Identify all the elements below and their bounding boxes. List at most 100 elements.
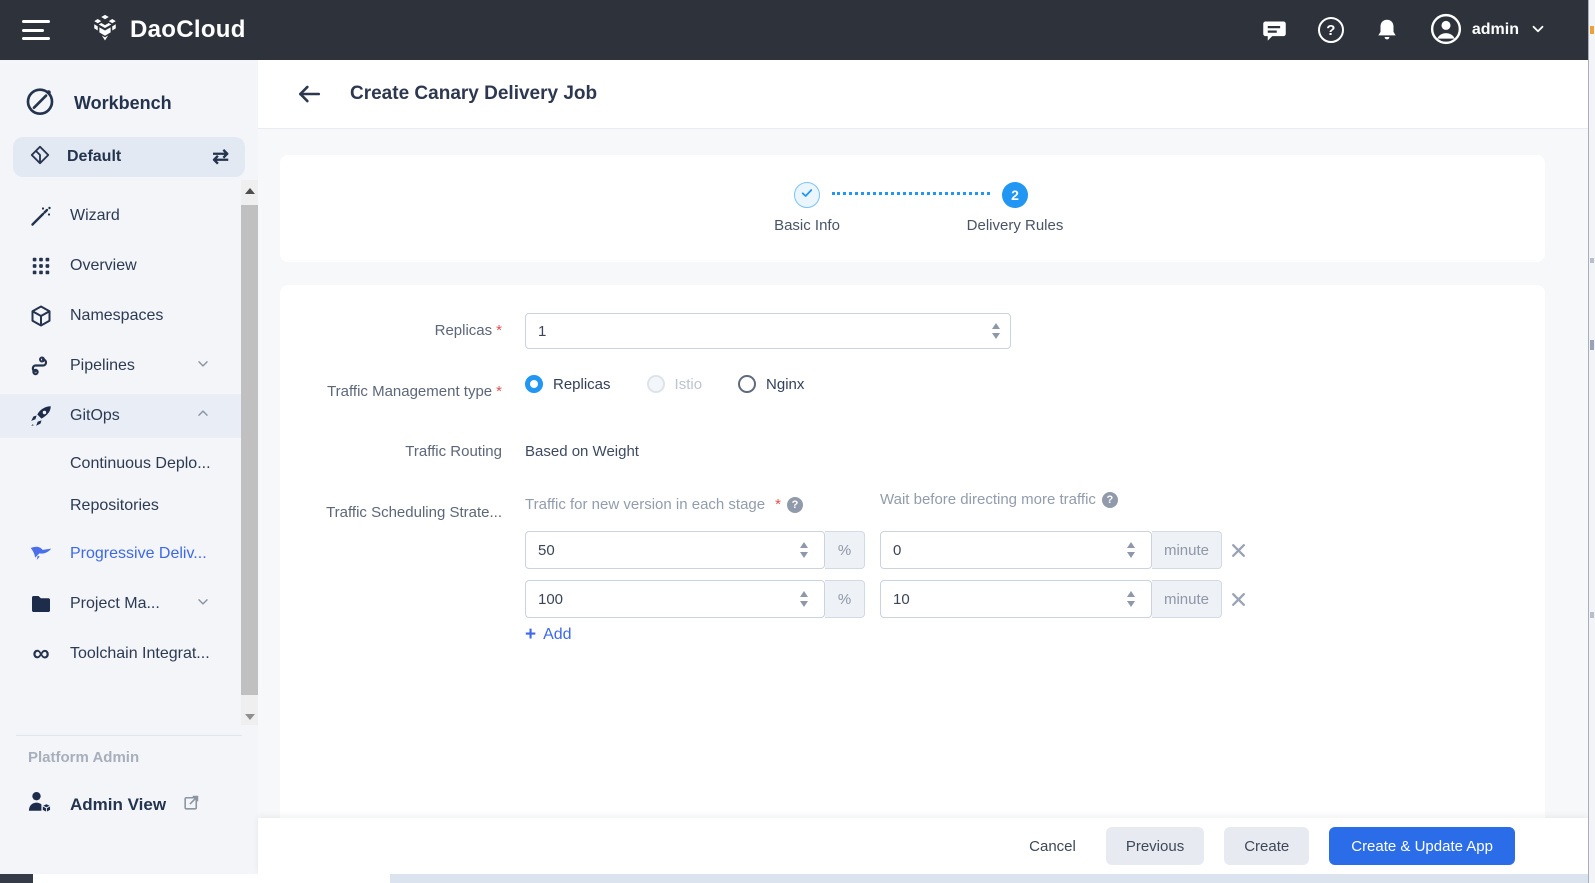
help-icon[interactable]: ? — [1318, 17, 1344, 43]
admin-view-label: Admin View — [70, 795, 166, 815]
folder-icon — [28, 591, 54, 617]
sidebar-item-progressive-delivery[interactable]: Progressive Deliv... — [0, 532, 241, 576]
clipped-content-mark — [1590, 340, 1594, 350]
back-arrow-icon[interactable] — [296, 81, 322, 107]
wait-minutes-input[interactable] — [880, 580, 1152, 618]
traffic-routing-value: Based on Weight — [525, 443, 639, 460]
scrollbar-corner — [0, 874, 33, 883]
workspace-diamond-icon — [29, 144, 51, 171]
sidebar-item-admin-view[interactable]: Admin View — [26, 788, 201, 821]
stepper-connector — [832, 192, 990, 195]
radio-disabled-icon — [647, 375, 665, 393]
previous-button[interactable]: Previous — [1106, 827, 1204, 865]
sidebar-item-label: Progressive Deliv... — [70, 545, 207, 563]
user-menu[interactable]: admin — [1430, 13, 1547, 48]
traffic-routing-label: Traffic Routing — [280, 443, 502, 460]
bird-icon — [28, 541, 54, 567]
radio-nginx[interactable]: Nginx — [738, 375, 804, 393]
traffic-percent-input[interactable] — [525, 580, 825, 618]
step-delivery-rules-circle[interactable]: 2 — [1002, 182, 1028, 208]
required-asterisk: * — [496, 383, 502, 400]
required-asterisk: * — [496, 322, 502, 339]
top-actions: ? admin — [1261, 13, 1547, 48]
avatar-icon — [1430, 13, 1462, 48]
infinity-icon: ∞ — [28, 641, 54, 667]
wait-minutes-stepper[interactable] — [1127, 542, 1135, 558]
remove-row-icon[interactable] — [1230, 542, 1247, 559]
sidebar-item-label: Namespaces — [70, 307, 163, 325]
help-icon[interactable]: ? — [1102, 492, 1118, 508]
wand-icon — [28, 203, 54, 229]
traffic-percent-stepper[interactable] — [800, 591, 808, 607]
sidebar-item-gitops[interactable]: GitOps — [0, 394, 241, 438]
check-icon — [799, 185, 815, 206]
horizontal-scrollbar-thumb[interactable] — [33, 874, 390, 883]
minute-unit: minute — [1152, 531, 1222, 569]
horizontal-scrollbar-track — [390, 874, 1595, 883]
chevron-down-icon — [195, 594, 211, 615]
top-bar: DaoCloud ? admin — [0, 0, 1595, 60]
traffic-management-label: Traffic Management type* — [280, 383, 502, 400]
sidebar-scrollbar — [241, 180, 258, 725]
sidebar-item-pipelines[interactable]: Pipelines — [0, 344, 241, 388]
brand: DaoCloud — [90, 13, 246, 48]
chevron-up-icon — [195, 406, 211, 427]
plus-icon: + — [525, 625, 536, 644]
action-bar: Cancel Previous Create Create & Update A… — [258, 818, 1588, 874]
radio-unselected-icon — [738, 375, 756, 393]
external-link-icon — [182, 793, 201, 817]
sidebar-item-continuous-deployment[interactable]: Continuous Deplo... — [0, 444, 241, 484]
platform-admin-section-label: Platform Admin — [28, 738, 139, 756]
clipped-content-mark — [1590, 258, 1594, 263]
page-title: Create Canary Delivery Job — [350, 83, 597, 105]
scrollbar-up-arrow[interactable] — [241, 182, 258, 199]
sidebar-item-namespaces[interactable]: Namespaces — [0, 294, 241, 338]
add-stage-button[interactable]: + Add — [525, 625, 572, 644]
sidebar-item-repositories[interactable]: Repositories — [0, 486, 241, 526]
clipped-content-mark — [1590, 612, 1594, 618]
radio-selected-icon — [525, 375, 543, 393]
percent-unit: % — [825, 531, 865, 569]
clipped-content-mark — [1590, 26, 1594, 34]
switch-workspace-icon[interactable]: ⇄ — [212, 147, 229, 167]
rocket-icon — [28, 403, 54, 429]
radio-replicas[interactable]: Replicas — [525, 375, 611, 393]
stepper-card: 2 Basic Info Delivery Rules — [280, 155, 1545, 262]
wait-column-header: Wait before directing more traffic ? — [880, 491, 1118, 508]
radio-istio: Istio — [647, 375, 703, 393]
grid-dots-icon — [28, 253, 54, 279]
sidebar-item-label: Project Ma... — [70, 595, 160, 613]
traffic-percent-stepper[interactable] — [800, 542, 808, 558]
hamburger-menu-icon[interactable] — [22, 20, 50, 40]
notifications-bell-icon[interactable] — [1374, 17, 1400, 43]
scrollbar-thumb[interactable] — [241, 205, 258, 695]
create-button[interactable]: Create — [1224, 827, 1309, 865]
messages-icon[interactable] — [1261, 17, 1288, 44]
cancel-button[interactable]: Cancel — [1019, 827, 1086, 865]
traffic-scheduling-label: Traffic Scheduling Strate... — [280, 504, 502, 521]
sidebar-divider — [16, 735, 242, 736]
step-basic-info-circle[interactable] — [794, 182, 820, 208]
workspace-name: Default — [67, 148, 121, 166]
horizontal-scrollbar — [0, 874, 1595, 883]
scrollbar-down-arrow[interactable] — [241, 708, 258, 725]
sidebar-item-overview[interactable]: Overview — [0, 244, 241, 288]
traffic-percent-input[interactable] — [525, 531, 825, 569]
brand-name: DaoCloud — [130, 16, 246, 44]
wait-minutes-input[interactable] — [880, 531, 1152, 569]
workspace-selector[interactable]: Default ⇄ — [13, 137, 245, 177]
right-edge-clipped-content — [1588, 0, 1595, 883]
sidebar-item-toolchain-integration[interactable]: ∞ Toolchain Integrat... — [0, 632, 241, 676]
page-header: Create Canary Delivery Job — [258, 60, 1588, 129]
wait-minutes-stepper[interactable] — [1127, 591, 1135, 607]
sidebar-item-wizard[interactable]: Wizard — [0, 194, 241, 238]
remove-row-icon[interactable] — [1230, 591, 1247, 608]
sidebar-item-project-management[interactable]: Project Ma... — [0, 582, 241, 626]
replicas-stepper[interactable] — [992, 323, 1000, 339]
step-number: 2 — [1011, 187, 1019, 203]
sidebar-item-label: Wizard — [70, 207, 120, 225]
create-update-app-button[interactable]: Create & Update App — [1329, 827, 1515, 865]
help-icon[interactable]: ? — [787, 497, 803, 513]
chevron-down-icon — [195, 356, 211, 377]
replicas-input[interactable] — [525, 313, 1011, 349]
